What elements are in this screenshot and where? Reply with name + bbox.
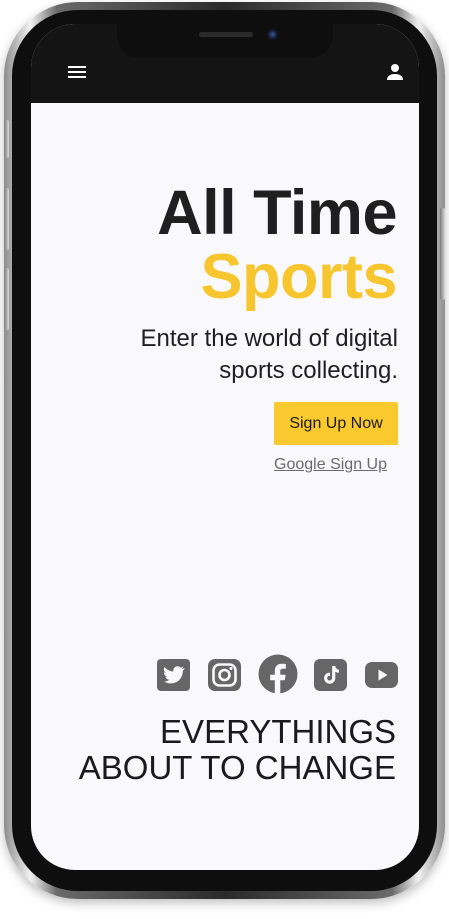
hero-title: All Time Sports [157,178,397,312]
tiktok-icon[interactable] [314,655,348,695]
notch [117,24,333,58]
facebook-icon[interactable] [258,652,298,696]
volume-down-button [4,268,9,330]
power-button [440,208,445,300]
person-icon[interactable] [383,60,407,84]
instagram-icon[interactable] [208,655,242,695]
speaker-grille [199,32,253,37]
title-line-2: Sports [200,242,397,312]
youtube-icon[interactable] [365,655,399,695]
mute-switch [4,120,9,158]
front-camera [267,29,278,40]
volume-up-button [4,188,9,250]
google-sign-up-link[interactable]: Google Sign Up [251,456,387,474]
app-screen: All Time Sports Enter the world of digit… [31,24,419,870]
twitter-icon[interactable] [157,655,191,695]
sign-up-now-button[interactable]: Sign Up Now [274,402,398,445]
hero-tagline: Enter the world of digital sports collec… [140,325,398,384]
phone-mockup: All Time Sports Enter the world of digit… [0,0,449,919]
footer-slogan-line-2: ABOUT TO CHANGE [78,749,396,786]
title-line-1: All Time [157,178,397,248]
hamburger-menu-icon[interactable] [65,60,89,84]
footer-slogan-line-1: EVERYTHINGS [160,713,396,750]
footer-slogan: EVERYTHINGS ABOUT TO CHANGE [56,714,396,786]
